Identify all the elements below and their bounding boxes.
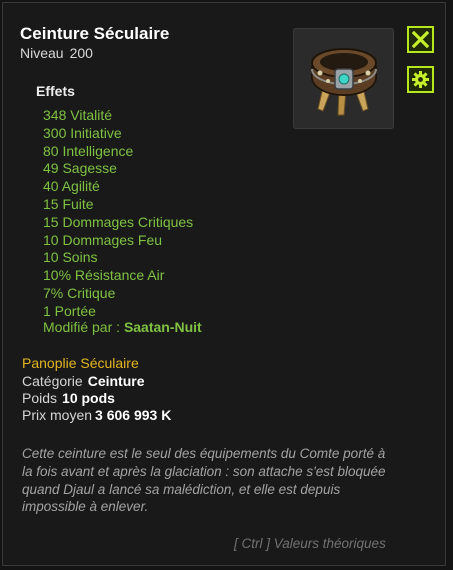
item-image <box>293 28 394 129</box>
item-level: Niveau 200 <box>20 45 93 61</box>
effect-line: 10 Dommages Feu <box>43 231 163 248</box>
price-label: Prix moyen <box>22 407 93 423</box>
modified-label: Modifié par : <box>43 319 121 335</box>
weight-value: 10 pods <box>62 390 115 406</box>
effect-line: 10 Soins <box>43 249 98 266</box>
modified-author: Saatan-Nuit <box>123 319 202 335</box>
category-row: Catégorie Ceinture <box>22 373 145 389</box>
level-label: Niveau <box>20 45 64 61</box>
effect-line: 40 Agilité <box>43 178 100 195</box>
weight-row: Poids 10 pods <box>22 390 115 406</box>
price-row: Prix moyen 3 606 993 K <box>22 407 171 423</box>
effect-line: 10% Résistance Air <box>43 267 165 284</box>
category-label: Catégorie <box>22 373 83 389</box>
close-x-icon <box>412 31 429 48</box>
effect-line: 7% Critique <box>43 284 116 301</box>
item-tooltip: Ceinture Séculaire Niveau 200 Effets 348… <box>2 2 446 566</box>
item-name: Ceinture Séculaire <box>20 24 170 43</box>
gear-icon <box>412 71 429 88</box>
effect-line: 300 Initiative <box>43 124 122 141</box>
effect-line: 80 Intelligence <box>43 142 134 159</box>
set-name-link[interactable]: Panoplie Séculaire <box>22 355 139 371</box>
theoretical-values-hint: [ Ctrl ] Valeurs théoriques <box>234 536 386 551</box>
effect-line: 1 Portée <box>43 302 96 319</box>
category-value: Ceinture <box>87 373 145 389</box>
close-button[interactable] <box>407 26 434 53</box>
effect-line: 15 Dommages Critiques <box>43 213 194 230</box>
effect-line: 49 Sagesse <box>43 160 117 177</box>
modified-by: Modifié par : Saatan-Nuit <box>43 319 202 335</box>
effects-heading: Effets <box>36 83 75 99</box>
belt-icon <box>311 48 377 116</box>
level-value: 200 <box>69 45 93 61</box>
settings-button[interactable] <box>407 66 434 93</box>
item-description: Cette ceinture est le seul des équipemen… <box>22 446 386 515</box>
effect-line: 348 Vitalité <box>43 107 113 123</box>
effect-line: 15 Fuite <box>43 195 94 212</box>
effects-list: 348 Vitalité 300 Initiative 80 Intellige… <box>43 107 193 321</box>
price-value: 3 606 993 K <box>95 407 172 423</box>
weight-label: Poids <box>22 390 58 406</box>
